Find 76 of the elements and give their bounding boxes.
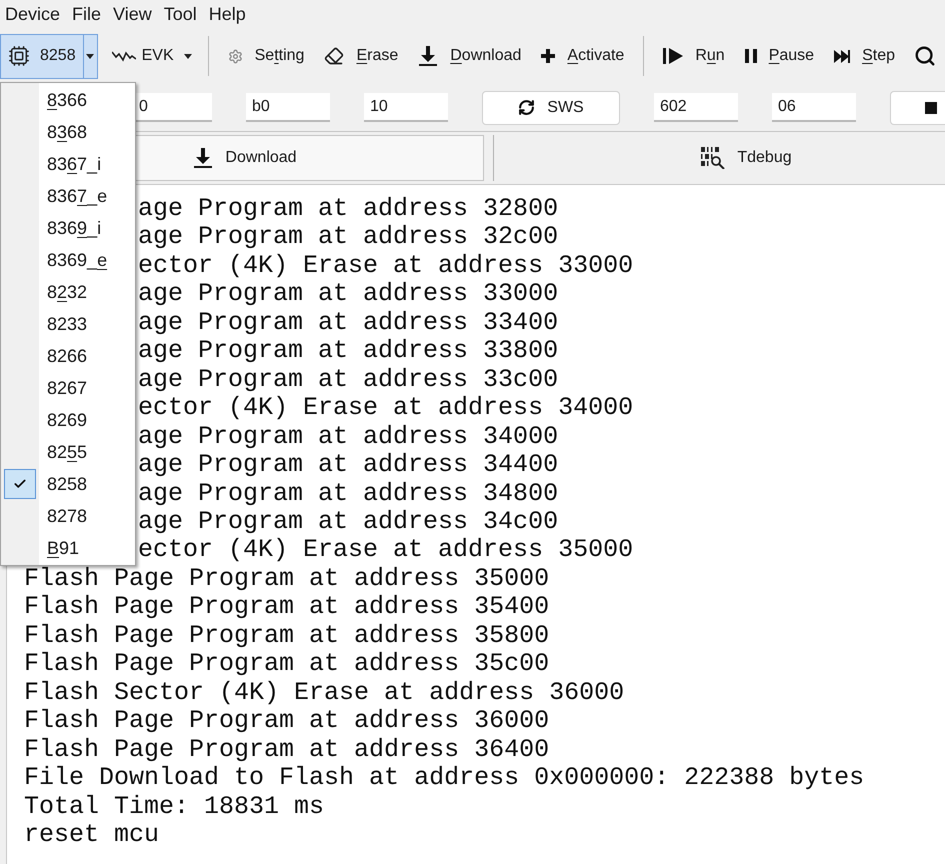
refresh-icon [518, 99, 536, 116]
pause-icon [744, 49, 757, 63]
input-field[interactable]: 0 [136, 93, 212, 122]
play-icon [663, 48, 684, 64]
download-button[interactable]: Download [409, 34, 530, 78]
log-line: Flash Sector (4K) Erase at address 36000 [24, 678, 624, 708]
dropdown-arrow-button[interactable] [84, 34, 98, 78]
log-line: age Program at address 33c00 [138, 366, 558, 394]
chip-menu-item[interactable]: 8369_e [1, 244, 135, 276]
sws-button[interactable]: SWS [482, 90, 620, 124]
log-line: age Program at address 34800 [138, 480, 558, 508]
run-button[interactable]: Run [654, 34, 734, 78]
log-line: age Program at address 32800 [138, 195, 558, 224]
log-line: Flash Page Program at address 35000 [24, 564, 550, 594]
log-line: ector (4K) Erase at address 33000 [138, 252, 634, 280]
log-line: Flash Page Program at address 35c00 [24, 650, 550, 679]
erase-button[interactable]: Erase [315, 34, 408, 78]
input-field[interactable]: b0 [246, 93, 330, 122]
caret-icon [86, 54, 94, 58]
plus-icon [541, 49, 556, 63]
log-line: age Program at address 33400 [138, 308, 558, 338]
log-line: age Program at address 33800 [138, 337, 558, 366]
log-line: Flash Page Program at address 35400 [24, 593, 550, 622]
setting-button[interactable]: Setting [218, 34, 314, 78]
caret-icon [184, 54, 192, 58]
pause-button[interactable]: Pause [736, 34, 824, 78]
chip-menu-item[interactable]: 8278 [1, 500, 135, 532]
eraser-icon [324, 46, 344, 66]
input-field[interactable]: 602 [654, 93, 738, 122]
log-line: ector (4K) Erase at address 34000 [138, 394, 634, 423]
settings-icon [228, 48, 243, 64]
chip-select-button[interactable]: 8258 [0, 34, 84, 78]
chip-menu-item[interactable]: B91 [1, 532, 135, 564]
step-button[interactable]: Step [825, 34, 904, 78]
log-line: Flash Page Program at address 35800 [24, 622, 550, 650]
chip-menu-item[interactable]: 8267 [1, 372, 135, 404]
tab[interactable]: Tdebug [493, 135, 945, 181]
log-line: ector (4K) Erase at address 35000 [138, 536, 634, 565]
log-line: age Program at address 34400 [138, 451, 558, 480]
log-line: Total Time: 18831 ms [24, 792, 324, 821]
chip-icon [8, 45, 30, 67]
menu-item[interactable]: View [113, 2, 152, 26]
input-field[interactable]: 06 [772, 93, 856, 122]
binary-magnifier-icon [701, 147, 726, 169]
log-line: reset mcu [24, 820, 160, 850]
stop-button[interactable] [890, 90, 945, 124]
input-field[interactable]: 10 [364, 93, 448, 122]
log-line: File Download to Flash at address 0x000000: 222388 bytes [24, 764, 864, 793]
chip-menu-item[interactable]: 8369_i [1, 212, 135, 244]
search-icon [914, 45, 936, 67]
log-line: age Program at address 33000 [138, 280, 558, 309]
chip-menu-item[interactable]: 8367_e [1, 180, 135, 212]
log-line: age Program at address 34c00 [138, 508, 558, 536]
chip-menu-item[interactable]: 8266 [1, 340, 135, 372]
activate-button[interactable]: Activate [532, 34, 634, 78]
chip-menu-item[interactable]: 8258 [1, 468, 135, 500]
menu-item[interactable]: Tool [164, 2, 197, 26]
menu-item[interactable]: Device [5, 2, 60, 26]
fast-forward-icon [834, 50, 850, 62]
chip-menu-item[interactable]: 8232 [1, 276, 135, 308]
download-icon [193, 148, 214, 168]
menu-item[interactable]: Help [208, 2, 246, 26]
chip-menu-item[interactable]: 8233 [1, 308, 135, 340]
chip-menu-item[interactable]: 8366 [1, 84, 135, 116]
chip-menu-item[interactable]: 8255 [1, 436, 135, 468]
board-select-button[interactable]: EVK [106, 34, 198, 78]
menu-item[interactable]: File [72, 2, 102, 26]
waveform-icon [112, 50, 136, 62]
log-line: age Program at address 32c00 [138, 223, 558, 252]
download-icon [418, 46, 438, 66]
chip-menu-item[interactable]: 8269 [1, 404, 135, 436]
log-line: age Program at address 34000 [138, 422, 558, 452]
log-line: Flash Page Program at address 36400 [24, 736, 550, 764]
log-line: Flash Page Program at address 36000 [24, 707, 550, 736]
checkmark-icon [4, 469, 36, 499]
square-icon [925, 102, 937, 114]
